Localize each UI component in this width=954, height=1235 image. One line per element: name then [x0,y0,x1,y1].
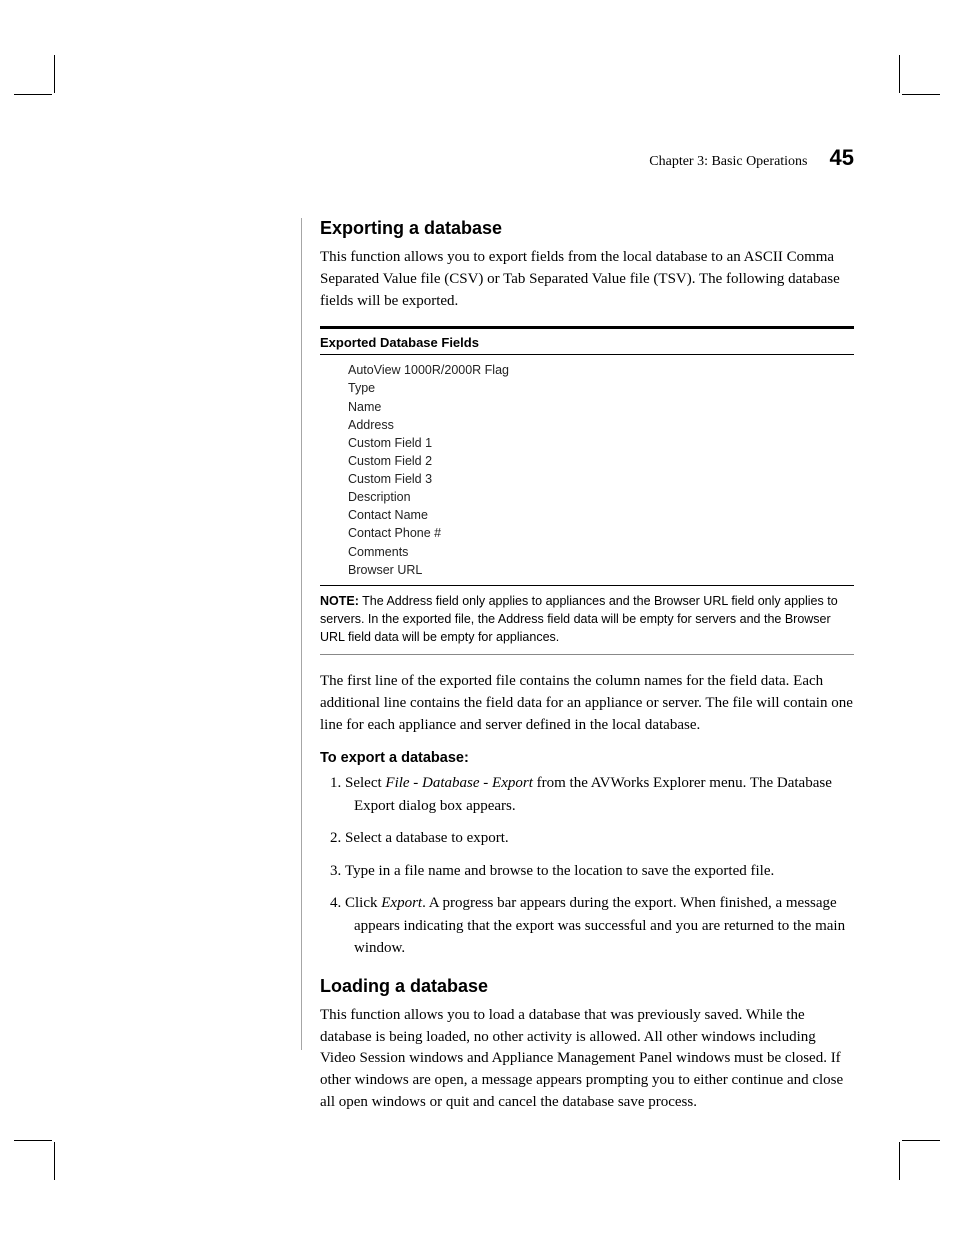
exported-fields-list: AutoView 1000R/2000R Flag Type Name Addr… [320,355,854,586]
crop-mark [899,55,900,93]
step-text: Select [345,775,385,791]
note-text: The Address field only applies to applia… [320,594,838,644]
list-item: Name [348,398,854,416]
crop-mark [14,94,52,95]
step-text: Type in a file name and browse to the lo… [345,863,774,879]
step-4: Click Export. A progress bar appears dur… [344,892,854,960]
step-3: Type in a file name and browse to the lo… [344,860,854,883]
list-item: AutoView 1000R/2000R Flag [348,361,854,379]
list-item: Contact Name [348,506,854,524]
list-item: Contact Phone # [348,524,854,542]
paragraph: This function allows you to export field… [320,247,854,312]
content-column: Exporting a database This function allow… [320,218,854,1114]
procedure-heading: To export a database: [320,750,854,766]
crop-mark [899,1142,900,1180]
step-text: Select a database to export. [345,830,509,846]
list-item: Type [348,379,854,397]
step-text: . A progress bar appears during the expo… [354,895,845,956]
list-item: Custom Field 1 [348,434,854,452]
procedure-steps: Select File - Database - Export from the… [320,772,854,960]
paragraph: The first line of the exported file cont… [320,671,854,736]
list-item: Comments [348,543,854,561]
paragraph: This function allows you to load a datab… [320,1005,854,1114]
step-text-emphasis: Export [381,895,422,911]
crop-mark [902,1140,940,1141]
list-item: Custom Field 2 [348,452,854,470]
list-item: Browser URL [348,561,854,579]
page-number: 45 [830,145,854,170]
list-item: Description [348,488,854,506]
left-margin-rule [301,218,302,1050]
crop-mark [54,1142,55,1180]
table-title: Exported Database Fields [320,329,854,355]
crop-mark [14,1140,52,1141]
step-text-emphasis: File - Database - Export [385,775,532,791]
list-item: Custom Field 3 [348,470,854,488]
list-item: Address [348,416,854,434]
crop-mark [54,55,55,93]
note-label: NOTE: [320,594,359,608]
page: Chapter 3: Basic Operations 45 Exporting… [0,0,954,1235]
running-header: Chapter 3: Basic Operations 45 [254,145,854,171]
chapter-label: Chapter 3: Basic Operations [649,154,807,169]
crop-mark [902,94,940,95]
heading-loading-database: Loading a database [320,976,854,997]
step-1: Select File - Database - Export from the… [344,772,854,817]
step-text: Click [345,895,381,911]
step-2: Select a database to export. [344,827,854,850]
note-block: NOTE: The Address field only applies to … [320,586,854,655]
heading-exporting-database: Exporting a database [320,218,854,239]
